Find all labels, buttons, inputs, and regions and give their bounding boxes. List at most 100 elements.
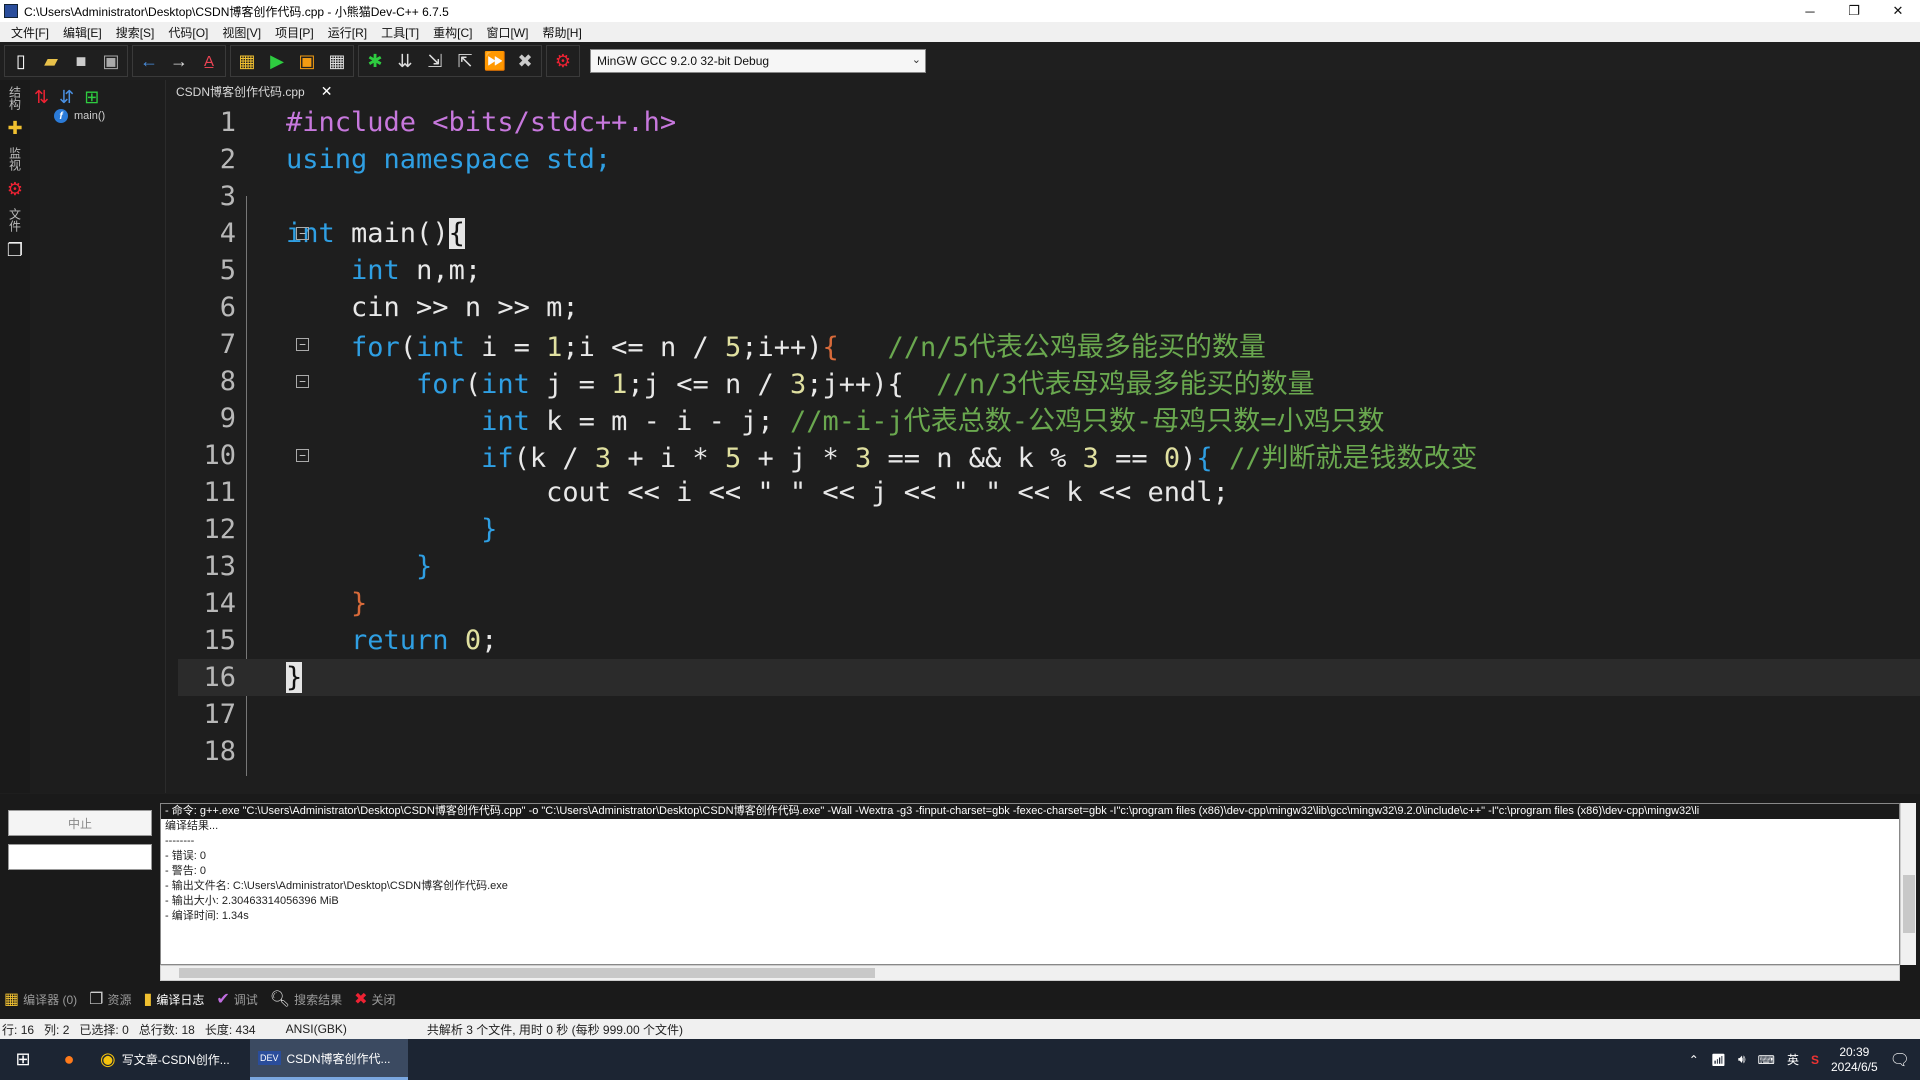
menu-window[interactable]: 窗口[W] (479, 24, 535, 41)
rebuild-icon[interactable]: ▦ (324, 48, 350, 74)
matched-brace: { (448, 218, 465, 249)
add-watch-icon[interactable]: ✚ (7, 118, 22, 139)
line-number: 18 (203, 736, 236, 767)
tree-item-label: main() (74, 110, 106, 122)
save-icon[interactable]: ■ (68, 48, 94, 74)
tab-label: 关闭 (371, 992, 396, 1007)
code-text: ) (1180, 443, 1197, 474)
close-window-button[interactable]: ✕ (1876, 0, 1920, 22)
status-length: 长度: 434 (204, 1022, 256, 1037)
clock[interactable]: 20:39 2024/6/5 (1831, 1045, 1878, 1075)
code-text: + i * (611, 443, 725, 474)
stop-debug-icon[interactable]: ✖ (512, 48, 538, 74)
task-label: 写文章-CSDN创作... (121, 1053, 230, 1067)
class-browser-panel: ⇅ ⇵ ⊞ f main() (30, 80, 166, 793)
undo-icon[interactable]: ← (136, 48, 162, 74)
menu-help[interactable]: 帮助[H] (535, 24, 588, 41)
tree-item-main[interactable]: f main() (30, 108, 165, 124)
menu-file[interactable]: 文件[F] (4, 24, 56, 41)
code-text: ;j++){ (806, 369, 904, 400)
run-icon[interactable]: ▶ (264, 48, 290, 74)
code-editor[interactable]: 1 #include <bits/stdc++.h> 2 using names… (178, 104, 1920, 794)
fold-toggle-icon[interactable]: − (296, 449, 309, 462)
tab-debug[interactable]: ✔ 调试 (216, 989, 257, 1009)
compile-icon[interactable]: ▦ (234, 48, 260, 74)
menu-project[interactable]: 项目[P] (268, 24, 321, 41)
log-vertical-scrollbar[interactable] (1900, 803, 1916, 965)
show-inherited-icon[interactable]: ⊞ (84, 87, 99, 108)
tab-resources[interactable]: ❐ 资源 (89, 989, 131, 1009)
fold-toggle-icon[interactable]: − (296, 338, 309, 351)
sogou-icon[interactable]: S (1811, 1053, 1819, 1067)
code-number: 0 (1163, 443, 1181, 474)
editor-tab[interactable]: CSDN博客创作代码.cpp ✕ (166, 80, 343, 102)
profile-icon[interactable]: ⚙ (550, 48, 576, 74)
format-code-icon[interactable]: A̲ (196, 48, 222, 74)
minimize-button[interactable]: ─ (1788, 0, 1832, 22)
line-number: 15 (203, 625, 236, 656)
notification-icon[interactable]: 🗨︎ (1890, 1050, 1910, 1070)
menu-refactor[interactable]: 重构[C] (426, 24, 479, 41)
code-line: 6 cin >> n >> m; (178, 289, 1920, 326)
tab-search-results[interactable]: 🔍︎ 搜索结果 (270, 989, 342, 1009)
line-number: 16 (203, 662, 236, 693)
menu-edit[interactable]: 编辑[E] (56, 24, 109, 41)
log-line: - 错误: 0 (165, 850, 206, 862)
code-text: k = m - i - j; (529, 406, 790, 437)
network-icon[interactable]: 📶︎ (1711, 1053, 1726, 1067)
compile-run-icon[interactable]: ▣ (294, 48, 320, 74)
step-into-icon[interactable]: ⇲ (422, 48, 448, 74)
menu-view[interactable]: 视图[V] (215, 24, 268, 41)
code-text: == (1098, 443, 1164, 474)
chevron-up-icon[interactable]: ⌃ (1689, 1053, 1699, 1067)
open-folder-icon[interactable]: ▰ (38, 48, 64, 74)
menu-tools[interactable]: 工具[T] (374, 24, 426, 41)
continue-icon[interactable]: ⏩ (482, 48, 508, 74)
fold-toggle-icon[interactable]: − (296, 375, 309, 388)
ime-indicator[interactable]: 英 (1787, 1051, 1799, 1068)
redo-icon[interactable]: → (166, 48, 192, 74)
compiler-select[interactable]: MinGW GCC 9.2.0 32-bit Debug ⌄ (590, 49, 926, 73)
side-tab-structure[interactable]: 结构 (7, 86, 24, 110)
tab-compile-log[interactable]: ▮ 编译日志 (144, 989, 205, 1009)
log-line: - 警告: 0 (165, 865, 206, 877)
stop-button[interactable]: 中止 (8, 810, 152, 836)
new-file-icon[interactable]: ▯ (8, 48, 34, 74)
debug-icon[interactable]: ✱ (362, 48, 388, 74)
taskbar-devcpp[interactable]: DEV CSDN博客创作代... (250, 1039, 408, 1080)
tab-close[interactable]: ✖ 关闭 (354, 989, 395, 1009)
toolbar: ▯ ▰ ■ ▣ ← → A̲ ▦ ▶ ▣ ▦ ✱ ⇊ ⇲ ⇱ ⏩ ✖ ⚙ Min… (0, 42, 1920, 80)
step-over-icon[interactable]: ⇊ (392, 48, 418, 74)
side-tab-files[interactable]: 文件 (7, 208, 24, 232)
sort-alpha-icon[interactable]: ⇵ (59, 87, 74, 108)
code-line: 10 − if(k / 3 + i * 5 + j * 3 == n && k %… (178, 437, 1920, 474)
copy-icon[interactable]: ❐ (7, 240, 23, 261)
tab-compiler[interactable]: ▦ 编译器 (0) (4, 989, 77, 1009)
code-line: 2 using namespace std; (178, 141, 1920, 178)
volume-icon[interactable]: 🔊︎ (1738, 1052, 1746, 1067)
title-bar: C:\Users\Administrator\Desktop\CSDN博客创作代… (0, 0, 1920, 22)
menu-search[interactable]: 搜索[S] (109, 24, 162, 41)
sort-by-type-icon[interactable]: ⇅ (34, 87, 49, 108)
side-tab-watch[interactable]: 监视 (7, 147, 24, 171)
close-tab-icon[interactable]: ✕ (321, 83, 333, 100)
compile-log[interactable]: - 命令: g++.exe "C:\Users\Administrator\De… (160, 803, 1900, 965)
firefox-icon[interactable]: ● (46, 1039, 92, 1080)
taskbar-chrome[interactable]: ◉ 写文章-CSDN创作... (92, 1039, 250, 1080)
restore-button[interactable]: ❐ (1832, 0, 1876, 22)
step-out-icon[interactable]: ⇱ (452, 48, 478, 74)
log-horizontal-scrollbar[interactable] (160, 965, 1900, 981)
line-number: 13 (203, 551, 236, 582)
code-line: 15 return 0; (178, 622, 1920, 659)
fold-toggle-icon[interactable]: − (296, 227, 309, 240)
status-total-lines: 总行数: 18 (138, 1022, 195, 1037)
line-number: 2 (219, 144, 236, 175)
windows-start-icon[interactable]: ⊞ (0, 1039, 46, 1080)
keyboard-icon[interactable]: ⌨ (1758, 1053, 1775, 1067)
save-all-icon[interactable]: ▣ (98, 48, 124, 74)
menu-run[interactable]: 运行[R] (321, 24, 374, 41)
debug-bug-icon[interactable]: ⚙ (7, 179, 23, 200)
taskbar: ⊞ ● ◉ 写文章-CSDN创作... DEV CSDN博客创作代... ⌃ 📶… (0, 1039, 1920, 1080)
menu-code[interactable]: 代码[O] (161, 24, 215, 41)
code-number: 1 (546, 332, 563, 363)
